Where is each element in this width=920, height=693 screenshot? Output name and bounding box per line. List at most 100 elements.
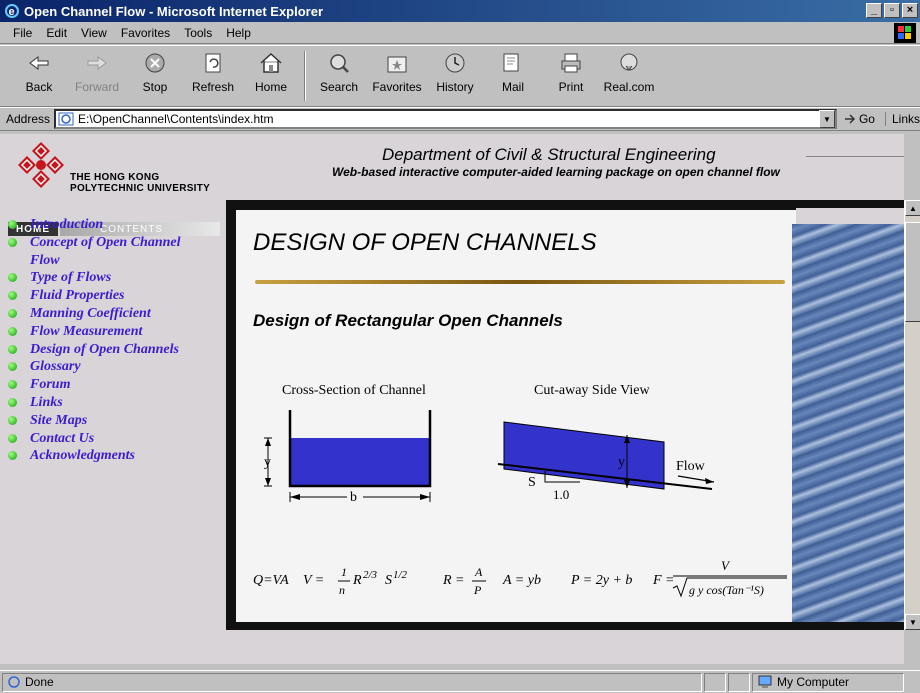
svg-text:2/3: 2/3 [363,569,378,581]
status-cell [728,672,750,692]
svg-text:V: V [721,558,731,573]
close-button[interactable]: × [902,3,918,18]
channel-water [290,438,430,486]
svg-text:A: A [474,565,483,579]
slope-label: S [528,475,536,490]
nav-label: Site Maps [30,412,88,428]
nav-label: Forum [30,377,71,393]
print-icon [561,53,581,73]
menu-edit[interactable]: Edit [39,26,74,40]
nav-label: Concept of Open Channel Flow [30,234,181,268]
links-button[interactable]: Links [884,112,920,126]
browser-window: e Open Channel Flow - Microsoft Internet… [0,0,920,693]
address-dropdown-button[interactable]: ▼ [818,110,835,128]
refresh-icon [205,53,221,73]
mail-button[interactable]: Mail [484,46,542,106]
my-computer-icon [758,675,772,688]
title-bar: e Open Channel Flow - Microsoft Internet… [0,0,920,22]
windows-logo-icon [894,23,916,43]
search-label: Search [319,80,359,94]
nav-label: Fluid Properties [30,288,125,304]
toolbar-separator [304,51,306,101]
nav-label: Glossary [30,359,81,375]
favorites-label: Favorites [372,80,422,94]
status-label: Done [25,675,54,689]
favorites-button[interactable]: Favorites [368,46,426,106]
back-button[interactable]: Back [10,46,68,106]
svg-text:P = 2y + b: P = 2y + b [570,573,632,588]
nav-item-manning[interactable]: Manning Coefficient [8,305,224,323]
nav-item-acknowledgments[interactable]: Acknowledgments [8,447,224,465]
nav-item-type-of-flows[interactable]: Type of Flows [8,269,224,287]
nav-label: Design of Open Channels [30,341,179,357]
menu-tools[interactable]: Tools [177,26,219,40]
green-bullet-icon [8,344,17,354]
nav-item-contact[interactable]: Contact Us [8,430,224,448]
vertical-scrollbar[interactable]: ▲ ▼ [904,200,920,630]
stop-button[interactable]: Stop [126,46,184,106]
green-bullet-icon [8,291,17,301]
green-bullet-icon [8,362,17,372]
nav-item-links[interactable]: Links [8,394,224,412]
side-view-caption: Cut-away Side View [534,383,650,398]
refresh-button[interactable]: Refresh [184,46,242,106]
address-input[interactable]: E:\OpenChannel\Contents\index.htm ▼ [54,109,837,129]
nav-item-fluid-properties[interactable]: Fluid Properties [8,287,224,305]
back-label: Back [25,80,53,94]
green-bullet-icon [8,237,17,247]
svg-text:n: n [339,583,345,597]
svg-text:V =: V = [303,573,324,588]
nav-item-forum[interactable]: Forum [8,376,224,394]
history-button[interactable]: History [426,46,484,106]
home-button[interactable]: Home [242,46,300,106]
home-label: Home [254,80,287,94]
header-rule [806,156,904,157]
menu-view[interactable]: View [74,26,114,40]
nav-item-flow-measurement[interactable]: Flow Measurement [8,323,224,341]
scroll-up-icon[interactable]: ▲ [905,200,920,216]
search-button[interactable]: Search [310,46,368,106]
status-text: Done [2,672,702,692]
side-view-drawing: y S 1.0 Flow [497,421,715,502]
polyu-logo [18,142,64,188]
home-icon [260,52,282,73]
maximize-button[interactable]: ▫ [884,3,900,18]
go-button[interactable]: Go [843,112,875,126]
section-title: Design of Rectangular Open Channels [253,311,563,330]
run-label: 1.0 [553,487,569,502]
history-label: History [436,80,474,94]
print-button[interactable]: Print [542,46,600,106]
menu-help[interactable]: Help [219,26,258,40]
depth-label: y [264,455,271,470]
security-zone: My Computer [752,672,904,692]
flow-label: Flow [676,459,706,474]
menu-favorites[interactable]: Favorites [114,26,177,40]
scroll-down-icon[interactable]: ▼ [905,614,920,630]
nav-item-introduction[interactable]: Introduction [8,216,224,234]
svg-text:S: S [385,573,392,588]
back-arrow-icon [29,56,49,70]
minimize-button[interactable]: _ [866,3,882,18]
mail-icon [503,53,519,72]
nav-label: Contact Us [30,430,95,446]
svg-text:R =: R = [442,573,465,588]
nav-item-site-maps[interactable]: Site Maps [8,412,224,430]
print-label: Print [558,80,584,94]
nav-item-concept[interactable]: Concept of Open Channel Flow [8,234,224,270]
university-line-1: THE HONG KONG [70,172,160,183]
scroll-thumb[interactable] [905,222,920,322]
page-icon [58,112,74,126]
forward-button[interactable]: Forward [68,46,126,106]
sidebar: HOME CONTENTS Introduction Concept of Op… [0,200,226,664]
green-bullet-icon [8,273,17,283]
search-icon [330,54,349,73]
svg-text:F =: F = [652,573,675,588]
real-button[interactable]: Real.com [600,46,658,106]
forward-label: Forward [74,80,119,94]
menu-file[interactable]: File [6,26,39,40]
address-bar: Address E:\OpenChannel\Contents\index.ht… [0,107,920,131]
status-bar: Done My Computer [0,670,920,693]
status-cell [704,672,726,692]
nav-item-glossary[interactable]: Glossary [8,358,224,376]
nav-item-design[interactable]: Design of Open Channels [8,341,224,359]
